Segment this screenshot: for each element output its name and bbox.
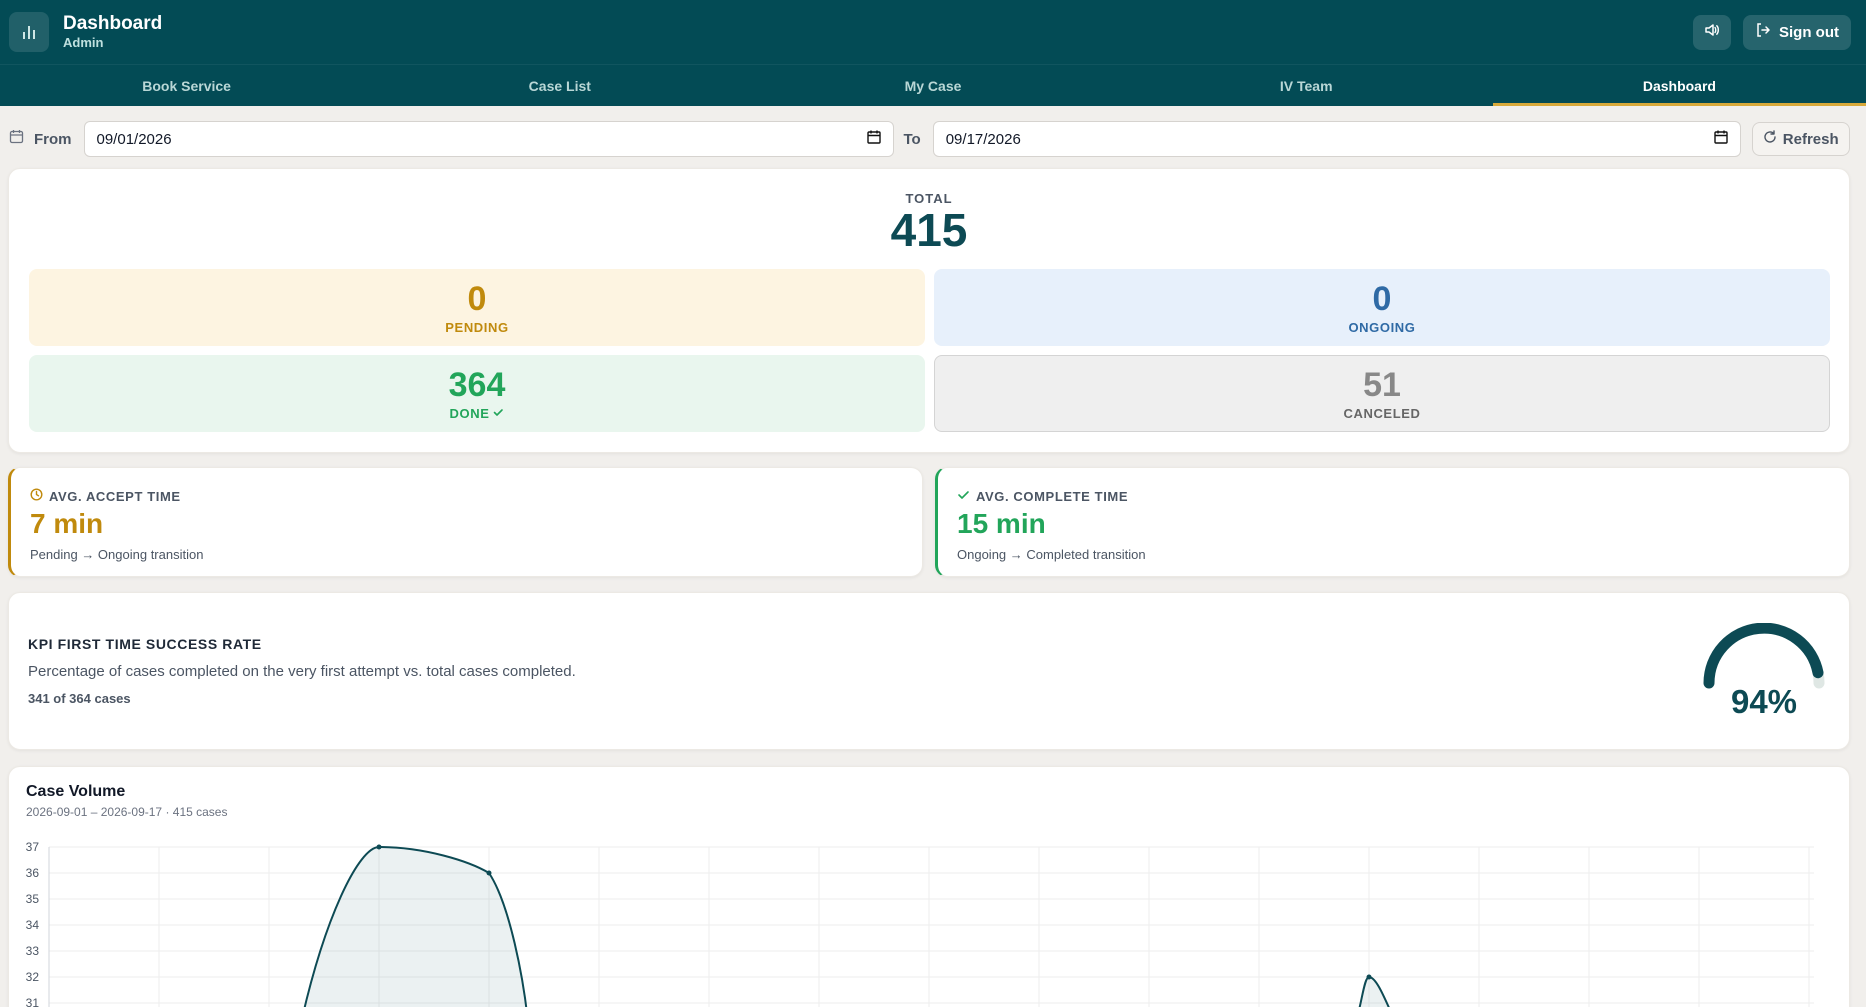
avg-complete-time-subtitle: Ongoing → Completed transition [957, 547, 1146, 562]
main-nav: Book Service Case List My Case IV Team D… [0, 64, 1866, 106]
avg-complete-time-label: AVG. COMPLETE TIME [976, 488, 1129, 504]
pending-label-text: PENDING [445, 320, 509, 335]
header-actions: Sign out [1693, 14, 1851, 50]
pending-count: 0 [467, 280, 487, 318]
ongoing-label-text: ONGOING [1348, 320, 1416, 335]
pending-label: PENDING [445, 320, 508, 335]
app-title: Dashboard [63, 13, 163, 34]
clock-icon [30, 488, 43, 504]
user-role: Admin [63, 35, 104, 50]
date-filter-bar: From 09/01/2026 To 09/17/2026 Refresh [0, 120, 1866, 158]
from-label: From [34, 130, 72, 148]
kpi-description: Percentage of cases completed on the ver… [28, 663, 576, 680]
calendar-icon [9, 129, 24, 149]
app-title-block: Dashboard Admin [63, 13, 162, 51]
canceled-count: 51 [1363, 366, 1401, 404]
date-picker-icon[interactable] [1714, 130, 1728, 148]
app-header: Dashboard Admin Sign out [0, 0, 1866, 64]
canceled-tile: 51 CANCELED [934, 355, 1830, 432]
from-date-input[interactable]: 09/01/2026 [83, 121, 894, 157]
kpi-case-count: 341 of 364 cases [28, 691, 131, 706]
y-tick-label: 33 [26, 944, 40, 958]
kpi-success-rate-card: KPI FIRST TIME SUCCESS RATE Percentage o… [8, 592, 1850, 750]
speaker-icon [1704, 22, 1720, 43]
check-icon [957, 488, 970, 504]
refresh-icon [1763, 130, 1777, 148]
y-tick-label: 32 [26, 970, 40, 984]
y-tick-label: 34 [26, 918, 40, 932]
pending-tile: 0 PENDING [29, 269, 925, 346]
avg-accept-time-label: AVG. ACCEPT TIME [49, 488, 181, 504]
to-label: To [903, 130, 921, 148]
canceled-label-text: CANCELED [1343, 406, 1421, 421]
tab-case-list[interactable]: Case List [373, 65, 746, 106]
done-count: 364 [448, 366, 506, 404]
sign-out-icon [1755, 22, 1771, 42]
data-point [486, 870, 492, 876]
summary-card: TOTAL 415 0 PENDING 0 ONGOING 364 DONE 5… [8, 168, 1850, 453]
avg-accept-time-subtitle: Pending → Ongoing transition [30, 547, 204, 562]
ongoing-count: 0 [1372, 280, 1392, 318]
data-point [376, 844, 382, 850]
to-date-value: 09/17/2026 [945, 130, 1021, 148]
sign-out-label: Sign out [1779, 23, 1839, 41]
tab-dashboard[interactable]: Dashboard [1492, 65, 1866, 106]
avg-complete-time-heading: AVG. COMPLETE TIME [957, 488, 1128, 504]
data-point [1366, 974, 1372, 980]
ongoing-tile: 0 ONGOING [934, 269, 1830, 346]
tab-iv-team[interactable]: IV Team [1120, 65, 1493, 106]
avg-accept-time-card: AVG. ACCEPT TIME 7 min Pending → Ongoing… [8, 467, 923, 577]
case-volume-card: Case Volume 2026-09-01 – 2026-09-17 · 41… [8, 766, 1850, 1007]
tab-book-service[interactable]: Book Service [0, 65, 373, 106]
canceled-label: CANCELED [1343, 406, 1420, 421]
kpi-title: KPI FIRST TIME SUCCESS RATE [28, 636, 262, 652]
done-tile: 364 DONE [29, 355, 925, 432]
total-value: 415 [890, 204, 968, 256]
from-date-value: 09/01/2026 [96, 130, 172, 148]
area-fill [304, 847, 527, 1007]
avg-complete-time-card: AVG. COMPLETE TIME 15 min Ongoing → Comp… [935, 467, 1850, 577]
sign-out-button[interactable]: Sign out [1743, 14, 1851, 50]
y-tick-label: 36 [26, 866, 40, 880]
avg-accept-time-heading: AVG. ACCEPT TIME [30, 488, 181, 504]
case-volume-chart: 37 36 35 34 33 32 31 [26, 840, 1814, 1007]
done-label: DONE [450, 406, 505, 421]
avg-complete-time-value: 15 min [957, 508, 1046, 539]
date-picker-icon[interactable] [866, 130, 881, 148]
ongoing-label: ONGOING [1348, 320, 1415, 335]
bar-chart-icon [9, 12, 49, 52]
refresh-button[interactable]: Refresh [1751, 122, 1850, 156]
tab-my-case[interactable]: My Case [746, 65, 1119, 106]
kpi-gauge: 94% [1699, 622, 1829, 733]
done-label-text: DONE [449, 406, 490, 421]
refresh-label: Refresh [1782, 130, 1839, 148]
y-tick-label: 35 [26, 892, 40, 906]
check-icon [493, 406, 504, 421]
to-date-input[interactable]: 09/17/2026 [932, 121, 1741, 157]
kpi-percent: 94% [1730, 683, 1798, 720]
sound-button[interactable] [1693, 14, 1731, 50]
y-tick-label: 31 [26, 996, 40, 1007]
y-tick-label: 37 [26, 840, 40, 854]
avg-accept-time-value: 7 min [30, 508, 104, 539]
